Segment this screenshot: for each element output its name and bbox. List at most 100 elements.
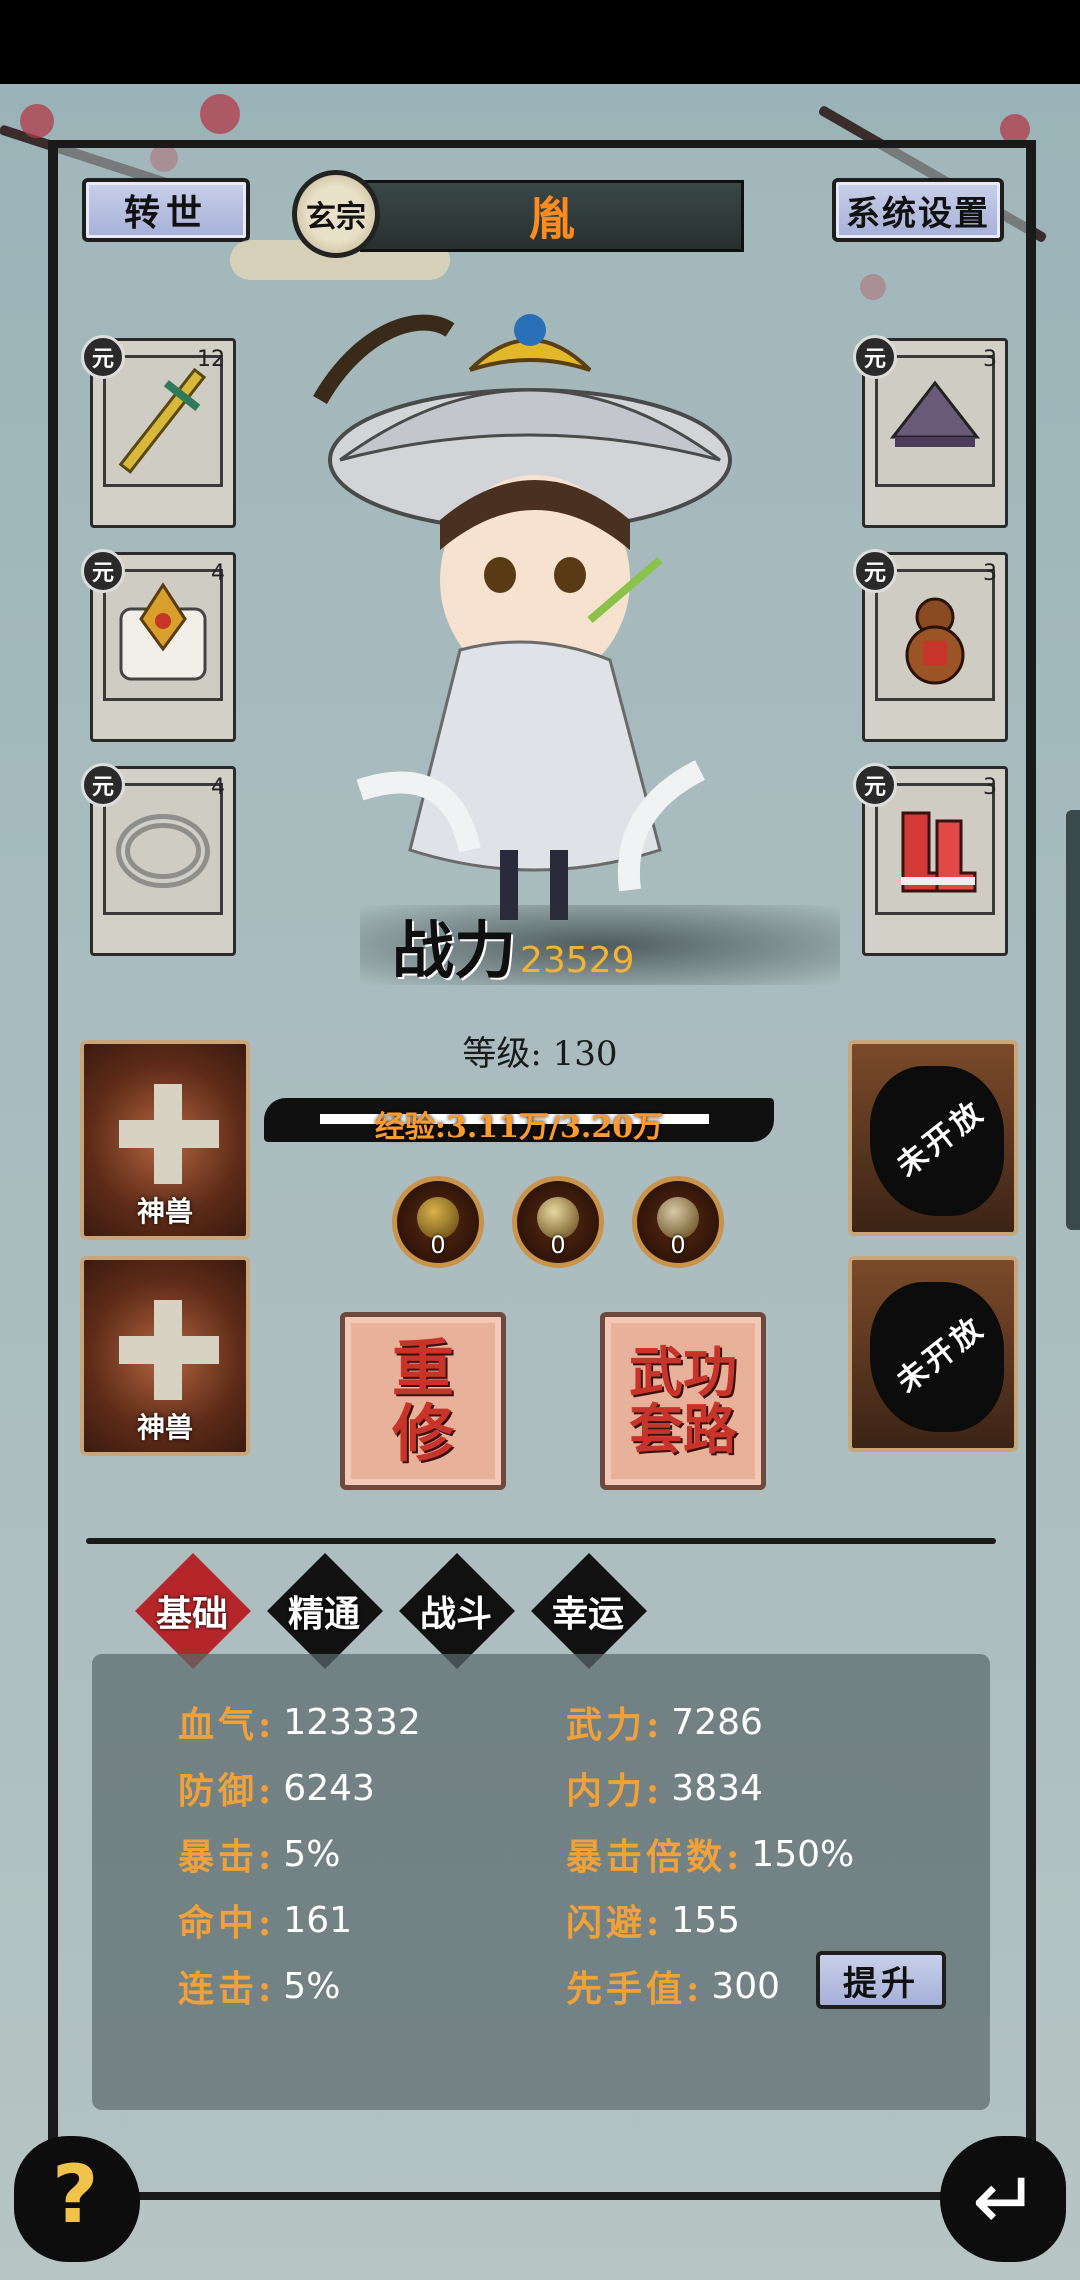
tab-label: 战斗 bbox=[419, 1593, 492, 1635]
stat-attack: 武力: 7286 bbox=[566, 1696, 763, 1748]
stat-label: 暴击: bbox=[178, 1836, 276, 1878]
help-button[interactable]: ? bbox=[8, 2130, 148, 2270]
stat-value: 300 bbox=[711, 1965, 781, 2007]
stat-label: 连击: bbox=[178, 1968, 276, 2010]
settings-button[interactable]: 系统设置 bbox=[832, 178, 1004, 242]
stat-value: 3834 bbox=[671, 1767, 763, 1809]
plum-blossom-decor bbox=[200, 94, 240, 134]
sect-badge: 玄宗 bbox=[292, 170, 380, 258]
spirit-orb-1[interactable]: 0 bbox=[392, 1176, 484, 1268]
item-level: 3 bbox=[983, 347, 997, 372]
stat-defense: 防御: 6243 bbox=[178, 1762, 375, 1814]
stat-label: 暴击倍数: bbox=[566, 1836, 744, 1878]
beast-slot-label: 神兽 bbox=[136, 1411, 193, 1444]
exp-bar: 经验:3.11万/3.20万 bbox=[264, 1098, 774, 1145]
exp-text: 经验:3.11万/3.20万 bbox=[374, 1110, 664, 1145]
stat-value: 7286 bbox=[671, 1701, 763, 1743]
stat-value: 123332 bbox=[283, 1701, 421, 1743]
locked-slot-2[interactable]: 未开放 bbox=[848, 1256, 1018, 1452]
equip-slot-sword[interactable]: 元 12 bbox=[81, 335, 236, 528]
player-name-text: 胤 bbox=[529, 192, 575, 246]
item-level: 3 bbox=[983, 561, 997, 586]
equip-slot-gourd[interactable]: 元 3 bbox=[853, 549, 1008, 742]
character-portrait bbox=[313, 314, 732, 920]
tab-label: 基础 bbox=[155, 1593, 228, 1635]
stat-value: 6243 bbox=[283, 1767, 375, 1809]
retrain-button[interactable]: 重 修 bbox=[340, 1312, 506, 1490]
stat-hit: 命中: 161 bbox=[178, 1894, 352, 1946]
martial-arts-button[interactable]: 武功 套路 bbox=[600, 1312, 766, 1490]
player-name: 胤 bbox=[360, 180, 744, 252]
spirit-orb-3[interactable]: 0 bbox=[632, 1176, 724, 1268]
equip-slot-armor[interactable]: 元 4 bbox=[81, 549, 236, 742]
beast-slot-1[interactable]: 神兽 bbox=[80, 1040, 250, 1240]
grade-badge: 元 bbox=[81, 763, 125, 807]
orb-count: 0 bbox=[430, 1231, 446, 1259]
stat-value: 155 bbox=[671, 1899, 741, 1941]
spirit-orb-2[interactable]: 0 bbox=[512, 1176, 604, 1268]
item-level: 12 bbox=[197, 347, 225, 372]
stat-value: 5% bbox=[283, 1833, 341, 1875]
item-level: 4 bbox=[211, 561, 225, 586]
add-icon-bar bbox=[119, 1336, 219, 1364]
grade-badge: 元 bbox=[853, 335, 897, 379]
stat-hp: 血气: 123332 bbox=[178, 1696, 421, 1748]
side-drawer-handle[interactable] bbox=[1066, 810, 1080, 1230]
stat-label: 闪避: bbox=[566, 1902, 664, 1944]
retrain-label-1: 重 bbox=[391, 1331, 454, 1405]
upgrade-button[interactable]: 提升 bbox=[816, 1951, 946, 2009]
plum-blossom-decor bbox=[20, 104, 54, 138]
hat-icon bbox=[889, 380, 981, 447]
tab-luck[interactable]: 幸运 bbox=[528, 1553, 648, 1669]
rebirth-button[interactable]: 转世 bbox=[82, 178, 250, 242]
gourd-icon bbox=[905, 597, 965, 685]
combat-power-label: 战力 bbox=[392, 914, 517, 987]
stat-dodge: 闪避: 155 bbox=[566, 1894, 740, 1946]
combat-power-value: 23529 bbox=[520, 940, 635, 981]
stat-label: 命中: bbox=[178, 1902, 276, 1944]
sword-icon bbox=[118, 367, 207, 474]
locked-slot-1[interactable]: 未开放 bbox=[848, 1040, 1018, 1236]
beast-slot-label: 神兽 bbox=[136, 1195, 193, 1228]
section-divider bbox=[86, 1538, 996, 1544]
sect-badge-text: 玄宗 bbox=[306, 200, 366, 235]
beast-slot-2[interactable]: 神兽 bbox=[80, 1256, 250, 1456]
martial-label-2: 套路 bbox=[629, 1397, 737, 1461]
boots-icon bbox=[901, 811, 977, 893]
equip-slot-hat[interactable]: 元 3 bbox=[853, 335, 1008, 528]
back-button[interactable]: ↵ bbox=[934, 2130, 1074, 2270]
stat-crit-mult: 暴击倍数: 150% bbox=[566, 1828, 854, 1880]
stat-value: 5% bbox=[283, 1965, 341, 2007]
add-icon-bar bbox=[119, 1120, 219, 1148]
stat-label: 武力: bbox=[566, 1704, 664, 1746]
ring-icon bbox=[116, 814, 210, 888]
grade-badge: 元 bbox=[853, 763, 897, 807]
stat-value: 150% bbox=[751, 1833, 855, 1875]
stat-label: 血气: bbox=[178, 1704, 276, 1746]
tab-basic[interactable]: 基础 bbox=[132, 1553, 252, 1669]
martial-label-1: 武功 bbox=[629, 1340, 737, 1405]
equip-slot-boots[interactable]: 元 3 bbox=[853, 763, 1008, 956]
tab-mastery[interactable]: 精通 bbox=[264, 1553, 384, 1669]
item-level: 4 bbox=[211, 775, 225, 800]
status-bar bbox=[0, 0, 1080, 84]
tab-label: 精通 bbox=[287, 1593, 360, 1635]
grade-badge: 元 bbox=[81, 335, 125, 379]
retrain-label-2: 修 bbox=[391, 1397, 454, 1470]
armor-icon bbox=[119, 582, 207, 681]
stat-combo: 连击: 5% bbox=[178, 1960, 340, 2012]
stat-label: 内力: bbox=[566, 1770, 664, 1812]
orb-count: 0 bbox=[670, 1231, 686, 1259]
tab-label: 幸运 bbox=[551, 1593, 624, 1635]
tab-combat[interactable]: 战斗 bbox=[396, 1553, 516, 1669]
stat-label: 防御: bbox=[178, 1770, 276, 1812]
question-icon: ? bbox=[52, 2148, 99, 2241]
equip-slot-ring[interactable]: 元 4 bbox=[81, 763, 236, 956]
grade-badge: 元 bbox=[853, 549, 897, 593]
orb-count: 0 bbox=[550, 1231, 566, 1259]
stat-value: 161 bbox=[283, 1899, 353, 1941]
stat-crit: 暴击: 5% bbox=[178, 1828, 340, 1880]
stat-initiative: 先手值: 300 bbox=[566, 1960, 780, 2012]
stat-inner: 内力: 3834 bbox=[566, 1762, 763, 1814]
stat-label: 先手值: bbox=[566, 1968, 704, 2010]
